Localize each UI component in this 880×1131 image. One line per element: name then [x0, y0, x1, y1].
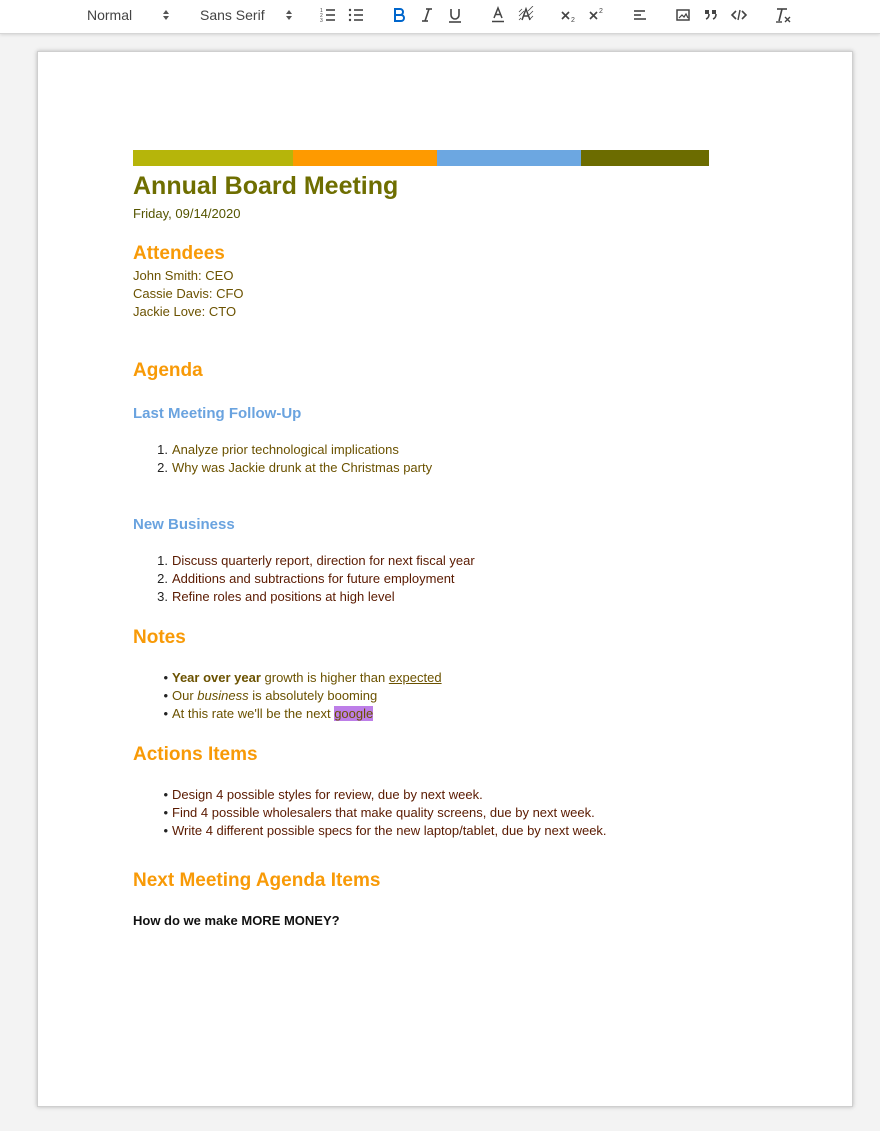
next-meeting-heading: Next Meeting Agenda Items	[133, 870, 381, 891]
background-color-button[interactable]	[515, 4, 537, 26]
align-left-icon	[634, 10, 646, 20]
list-item: • Our business is absolutely booming	[133, 687, 377, 705]
list-item-text: is absolutely booming	[248, 688, 378, 703]
list-item-text: Our	[172, 688, 198, 703]
list-item: 3. Refine roles and positions at high lev…	[133, 588, 395, 606]
bold-icon	[394, 8, 405, 22]
list-item: • At this rate we'll be the next google	[133, 705, 374, 723]
list-item: • Find 4 possible wholesalers that make q…	[133, 804, 595, 822]
colorbar-segment	[133, 150, 293, 166]
bullet-marker: •	[163, 688, 168, 703]
bullet-marker: •	[163, 805, 168, 820]
list-item: • Design 4 possible styles for review, du…	[133, 786, 483, 804]
image-icon	[676, 9, 690, 21]
quote-icon	[705, 10, 717, 20]
colorbar-segment	[437, 150, 581, 166]
code-icon	[730, 9, 748, 21]
colorbar-segment	[293, 150, 437, 166]
bold-text: Year over year	[172, 670, 261, 685]
document-page[interactable]: Annual Board Meeting Friday, 09/14/2020 …	[37, 51, 853, 1107]
list-item: • Write 4 different possible specs for th…	[133, 822, 607, 840]
header-picker[interactable]: Normal	[87, 0, 172, 30]
highlighted-text: google	[334, 706, 374, 721]
superscript-button[interactable]: 2	[586, 4, 608, 26]
text-color-button[interactable]	[487, 4, 509, 26]
subscript-button[interactable]: 2	[558, 4, 580, 26]
followup-heading: Last Meeting Follow-Up	[133, 405, 302, 422]
notes-heading: Notes	[133, 627, 186, 648]
document-title: Annual Board Meeting	[133, 172, 399, 200]
attendee-item: Cassie Davis: CFO	[133, 286, 244, 301]
list-item: 1. Analyze prior technological implicatio…	[133, 441, 399, 459]
list-item-text: Design 4 possible styles for review, due…	[172, 787, 483, 802]
image-button[interactable]	[672, 4, 694, 26]
new-business-heading: New Business	[133, 516, 235, 533]
agenda-heading: Agenda	[133, 360, 203, 381]
list-item-text: Additions and subtractions for future em…	[172, 571, 455, 586]
clear-format-icon	[776, 8, 791, 23]
picker-arrows-icon	[286, 10, 292, 20]
list-item: 2. Additions and subtractions for future …	[133, 570, 455, 588]
bullet-marker: •	[163, 787, 168, 802]
list-item: 2. Why was Jackie drunk at the Christmas …	[133, 459, 432, 477]
svg-text:2: 2	[571, 17, 575, 24]
underline-icon	[449, 9, 461, 23]
header-picker-label: Normal	[87, 7, 133, 23]
editor-toolbar: Normal Sans Serif 1 2 3 2 2	[0, 0, 880, 34]
italic-button[interactable]	[416, 4, 438, 26]
header-colorbar	[133, 150, 709, 166]
colorbar-segment	[581, 150, 709, 166]
list-item-text: Refine roles and positions at high level	[172, 589, 395, 604]
subscript-icon: 2	[561, 11, 575, 24]
meeting-date: Friday, 09/14/2020	[133, 206, 241, 221]
actions-heading: Actions Items	[133, 744, 258, 765]
list-item-text: At this rate we'll be the next	[172, 706, 335, 721]
next-meeting-question: How do we make MORE MONEY?	[133, 913, 340, 928]
clear-format-button[interactable]	[771, 4, 793, 26]
picker-arrows-icon	[163, 10, 169, 20]
font-picker-label: Sans Serif	[200, 7, 265, 23]
bullet-list-icon	[348, 8, 363, 22]
svg-text:3: 3	[320, 18, 323, 24]
attendee-item: John Smith: CEO	[133, 268, 234, 283]
bold-button[interactable]	[388, 4, 410, 26]
list-number: 1.	[157, 553, 168, 568]
underline-button[interactable]	[444, 4, 466, 26]
italic-icon	[422, 8, 432, 22]
align-button[interactable]	[629, 4, 651, 26]
attendee-item: Jackie Love: CTO	[133, 304, 237, 319]
list-item-text: Discuss quarterly report, direction for …	[172, 553, 475, 568]
list-item-text: Why was Jackie drunk at the Christmas pa…	[172, 460, 433, 475]
list-item-text: Analyze prior technological implications	[172, 442, 399, 457]
italic-text: business	[197, 688, 249, 703]
list-number: 1.	[157, 442, 168, 457]
underlined-text: expected	[388, 670, 442, 685]
ordered-list-button[interactable]: 1 2 3	[317, 4, 339, 26]
background-color-icon	[518, 6, 534, 21]
list-item: • Year over year growth is higher than ex…	[133, 669, 442, 687]
list-number: 2.	[157, 460, 168, 475]
list-number: 3.	[157, 589, 168, 604]
text-color-icon	[492, 6, 504, 23]
list-item-text: Write 4 different possible specs for the…	[172, 823, 607, 838]
document-content[interactable]	[133, 150, 709, 166]
list-item-text: growth is higher than	[260, 670, 389, 685]
bullet-marker: •	[163, 823, 168, 838]
list-item-text: Find 4 possible wholesalers that make qu…	[172, 805, 595, 820]
superscript-icon: 2	[589, 8, 603, 20]
list-number: 2.	[157, 571, 168, 586]
bullet-list-button[interactable]	[345, 4, 367, 26]
ordered-list-icon: 1 2 3	[320, 8, 335, 24]
bullet-marker: •	[163, 670, 168, 685]
font-picker[interactable]: Sans Serif	[200, 0, 295, 30]
blockquote-button[interactable]	[700, 4, 722, 26]
list-item: 1. Discuss quarterly report, direction fo…	[133, 552, 475, 570]
attendees-heading: Attendees	[133, 243, 225, 264]
bullet-marker: •	[163, 706, 168, 721]
svg-text:2: 2	[599, 8, 603, 15]
code-block-button[interactable]	[728, 4, 750, 26]
